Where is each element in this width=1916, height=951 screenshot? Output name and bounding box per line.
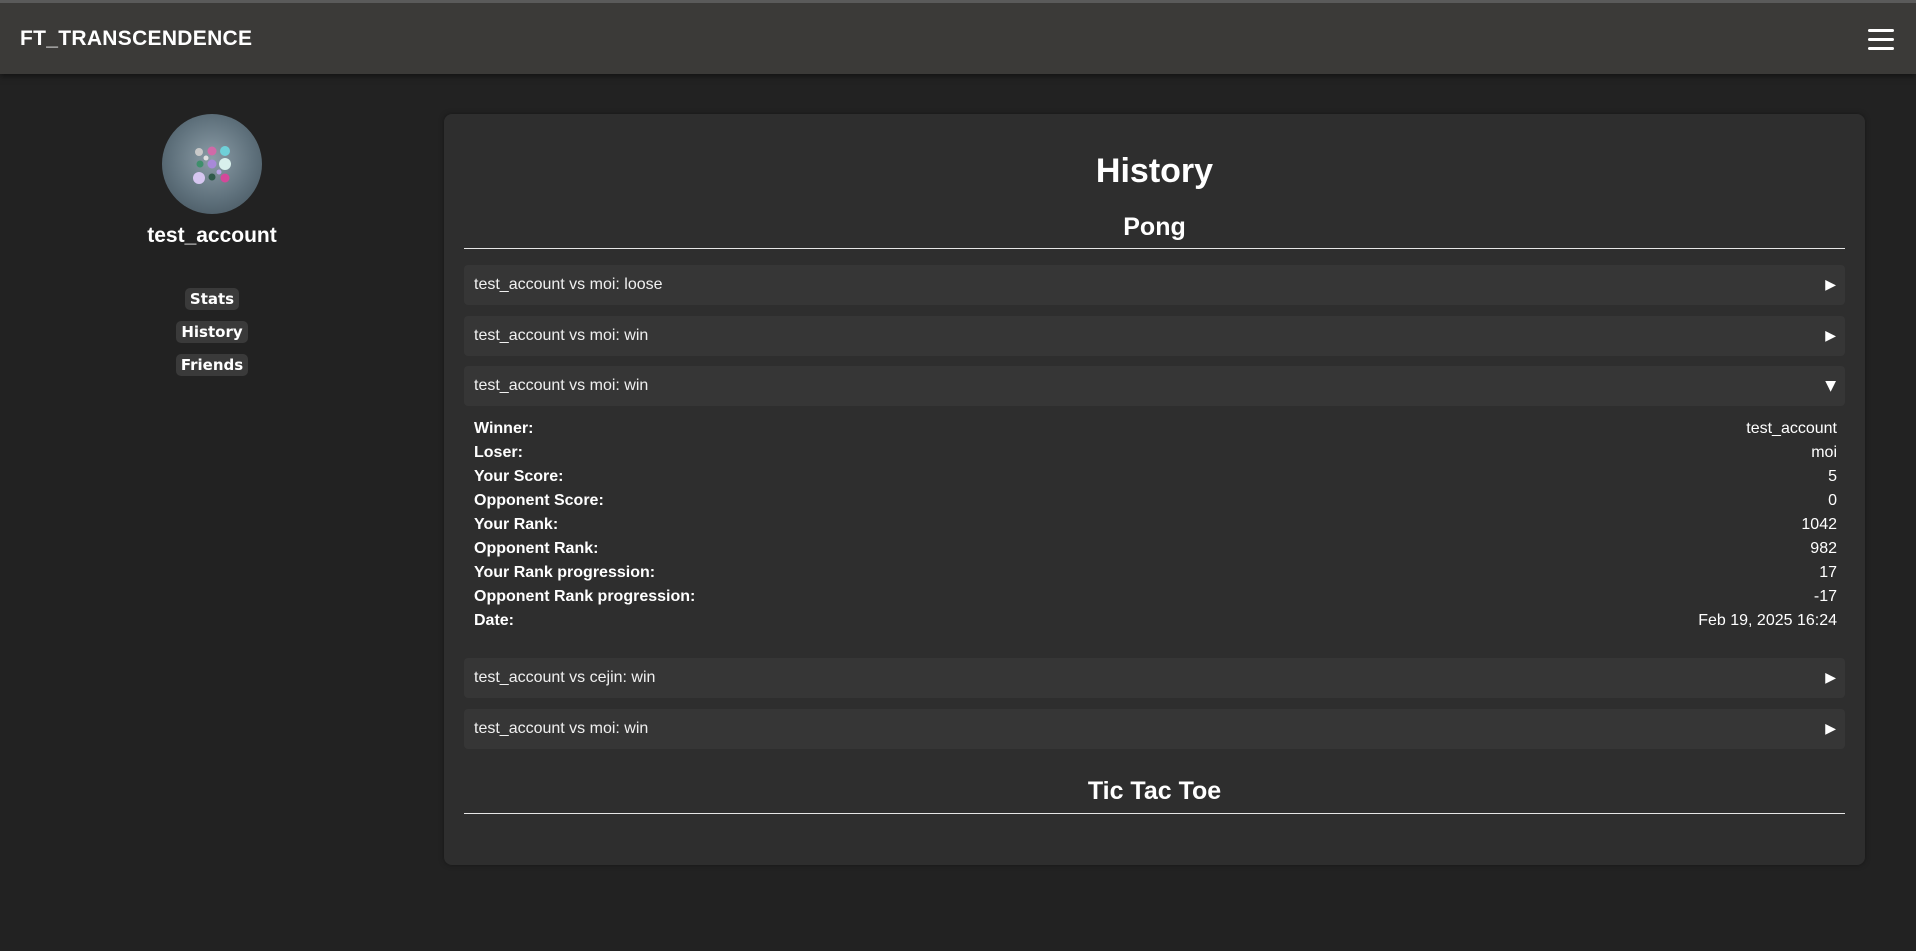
nav-item-stats[interactable]: Stats <box>184 288 240 310</box>
detail-row: Opponent Score: 0 <box>474 492 1837 516</box>
history-panel: History Pong test_account vs moi: loose … <box>444 114 1865 865</box>
expand-arrow-icon[interactable]: ▶ <box>1825 721 1836 737</box>
expand-arrow-icon[interactable]: ▶ <box>1825 277 1836 293</box>
detail-row: Your Rank: 1042 <box>474 516 1837 540</box>
match-row[interactable]: test_account vs moi: win ▶ <box>464 709 1845 749</box>
avatar-image <box>193 146 231 184</box>
detail-key: Opponent Rank: <box>474 540 599 557</box>
match-label: test_account vs moi: loose <box>474 276 663 293</box>
expand-arrow-icon[interactable]: ▶ <box>1825 670 1836 686</box>
detail-value: test_account <box>1746 420 1837 437</box>
detail-key: Opponent Score: <box>474 492 604 509</box>
nav-item-friends[interactable]: Friends <box>175 354 249 376</box>
match-label: test_account vs moi: win <box>474 377 649 394</box>
match-label: test_account vs cejin: win <box>474 669 656 686</box>
detail-value: 5 <box>1828 468 1837 485</box>
detail-row: Opponent Rank: 982 <box>474 540 1837 564</box>
brand-title[interactable]: FT_TRANSCENDENCE <box>20 27 252 51</box>
match-row[interactable]: test_account vs cejin: win ▶ <box>464 658 1845 698</box>
nav-item-history[interactable]: History <box>176 321 248 343</box>
detail-key: Your Score: <box>474 468 564 485</box>
detail-row: Opponent Rank progression: -17 <box>474 588 1837 612</box>
match-label: test_account vs moi: win <box>474 327 649 344</box>
top-bar: FT_TRANSCENDENCE <box>0 0 1916 74</box>
match-row-expanded[interactable]: test_account vs moi: win ▼ <box>464 366 1845 406</box>
profile-sidebar: test_account Stats History Friends <box>112 114 312 376</box>
detail-value: 17 <box>1819 564 1837 581</box>
profile-username: test_account <box>147 224 277 247</box>
hamburger-menu-icon[interactable] <box>1868 29 1894 51</box>
avatar <box>162 114 262 214</box>
page-title: History <box>1095 152 1214 190</box>
collapse-arrow-icon[interactable]: ▼ <box>1825 378 1836 394</box>
detail-key: Your Rank progression: <box>474 564 656 581</box>
detail-key: Winner: <box>474 420 534 437</box>
section-title-tictactoe: Tic Tac Toe <box>464 777 1845 814</box>
match-row[interactable]: test_account vs moi: win ▶ <box>464 316 1845 356</box>
profile-nav: Stats History Friends <box>175 288 249 376</box>
section-title-pong: Pong <box>464 213 1845 249</box>
detail-row: Winner: test_account <box>474 420 1837 444</box>
detail-value: moi <box>1811 444 1837 461</box>
expand-arrow-icon[interactable]: ▶ <box>1825 328 1836 344</box>
detail-row: Loser: moi <box>474 444 1837 468</box>
detail-value: 1042 <box>1801 516 1837 533</box>
detail-key: Your Rank: <box>474 516 559 533</box>
detail-key: Loser: <box>474 444 523 461</box>
detail-value: -17 <box>1813 588 1837 605</box>
detail-row: Your Rank progression: 17 <box>474 564 1837 588</box>
match-details: Winner: test_account Loser: moi Your Sco… <box>474 420 1837 636</box>
detail-value: 982 <box>1810 540 1837 557</box>
detail-value: 0 <box>1828 492 1837 509</box>
detail-row: Date: Feb 19, 2025 16:24 <box>474 612 1837 636</box>
match-row[interactable]: test_account vs moi: loose ▶ <box>464 265 1845 305</box>
detail-value: Feb 19, 2025 16:24 <box>1698 612 1837 629</box>
detail-row: Your Score: 5 <box>474 468 1837 492</box>
detail-key: Date: <box>474 612 515 629</box>
match-label: test_account vs moi: win <box>474 720 649 737</box>
detail-key: Opponent Rank progression: <box>474 588 696 605</box>
